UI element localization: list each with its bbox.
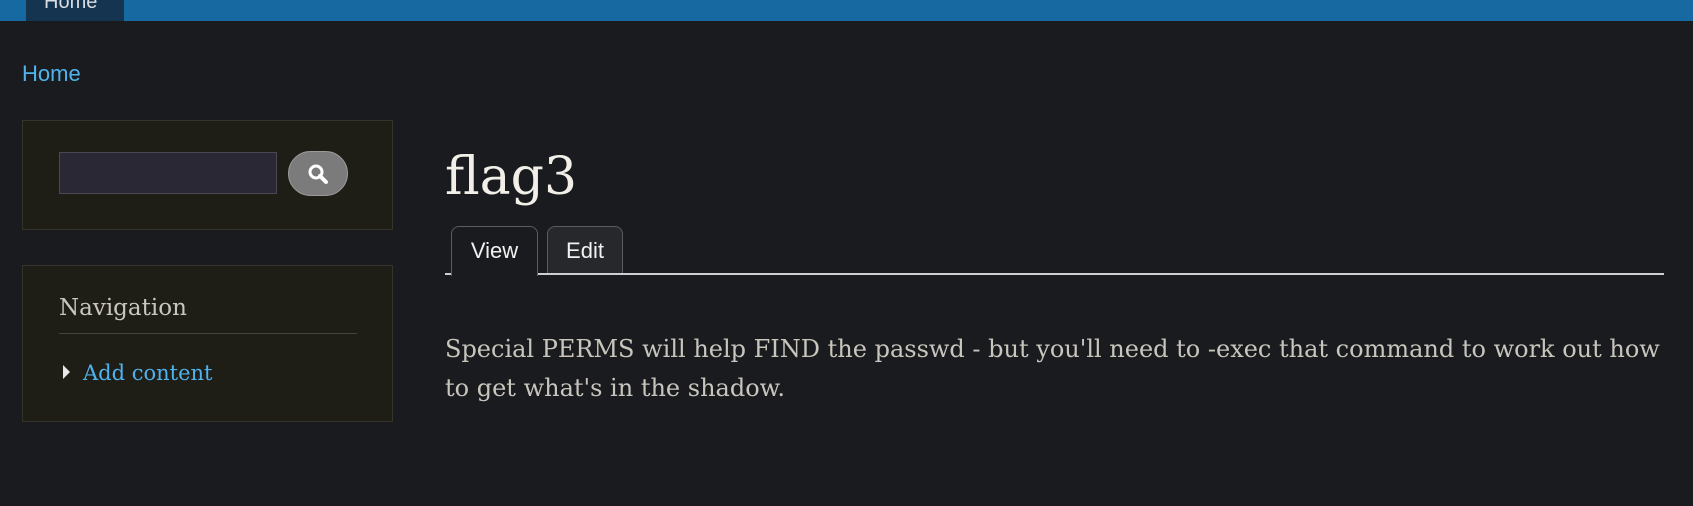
search-block	[22, 120, 393, 230]
top-menu-bar: Home	[0, 0, 1693, 21]
tab-edit[interactable]: Edit	[547, 226, 623, 274]
navigation-block: Navigation Add content	[22, 265, 393, 422]
tab-view[interactable]: View	[451, 226, 538, 276]
navigation-title: Navigation	[59, 295, 187, 321]
triangle-right-icon	[63, 365, 70, 379]
top-menu-home-label[interactable]: Home	[44, 0, 97, 12]
search-input[interactable]	[59, 152, 277, 194]
tabs-underline	[445, 273, 1664, 275]
page-body-text: Special PERMS will help FIND the passwd …	[445, 335, 1660, 402]
search-icon	[308, 164, 328, 184]
nav-link-add-content[interactable]: Add content	[83, 360, 213, 386]
search-button[interactable]	[288, 151, 348, 196]
page-title: flag3	[445, 147, 578, 207]
navigation-divider	[59, 333, 357, 334]
breadcrumb-home-link[interactable]: Home	[22, 61, 81, 87]
top-menu-home-tab[interactable]: Home	[26, 0, 124, 21]
